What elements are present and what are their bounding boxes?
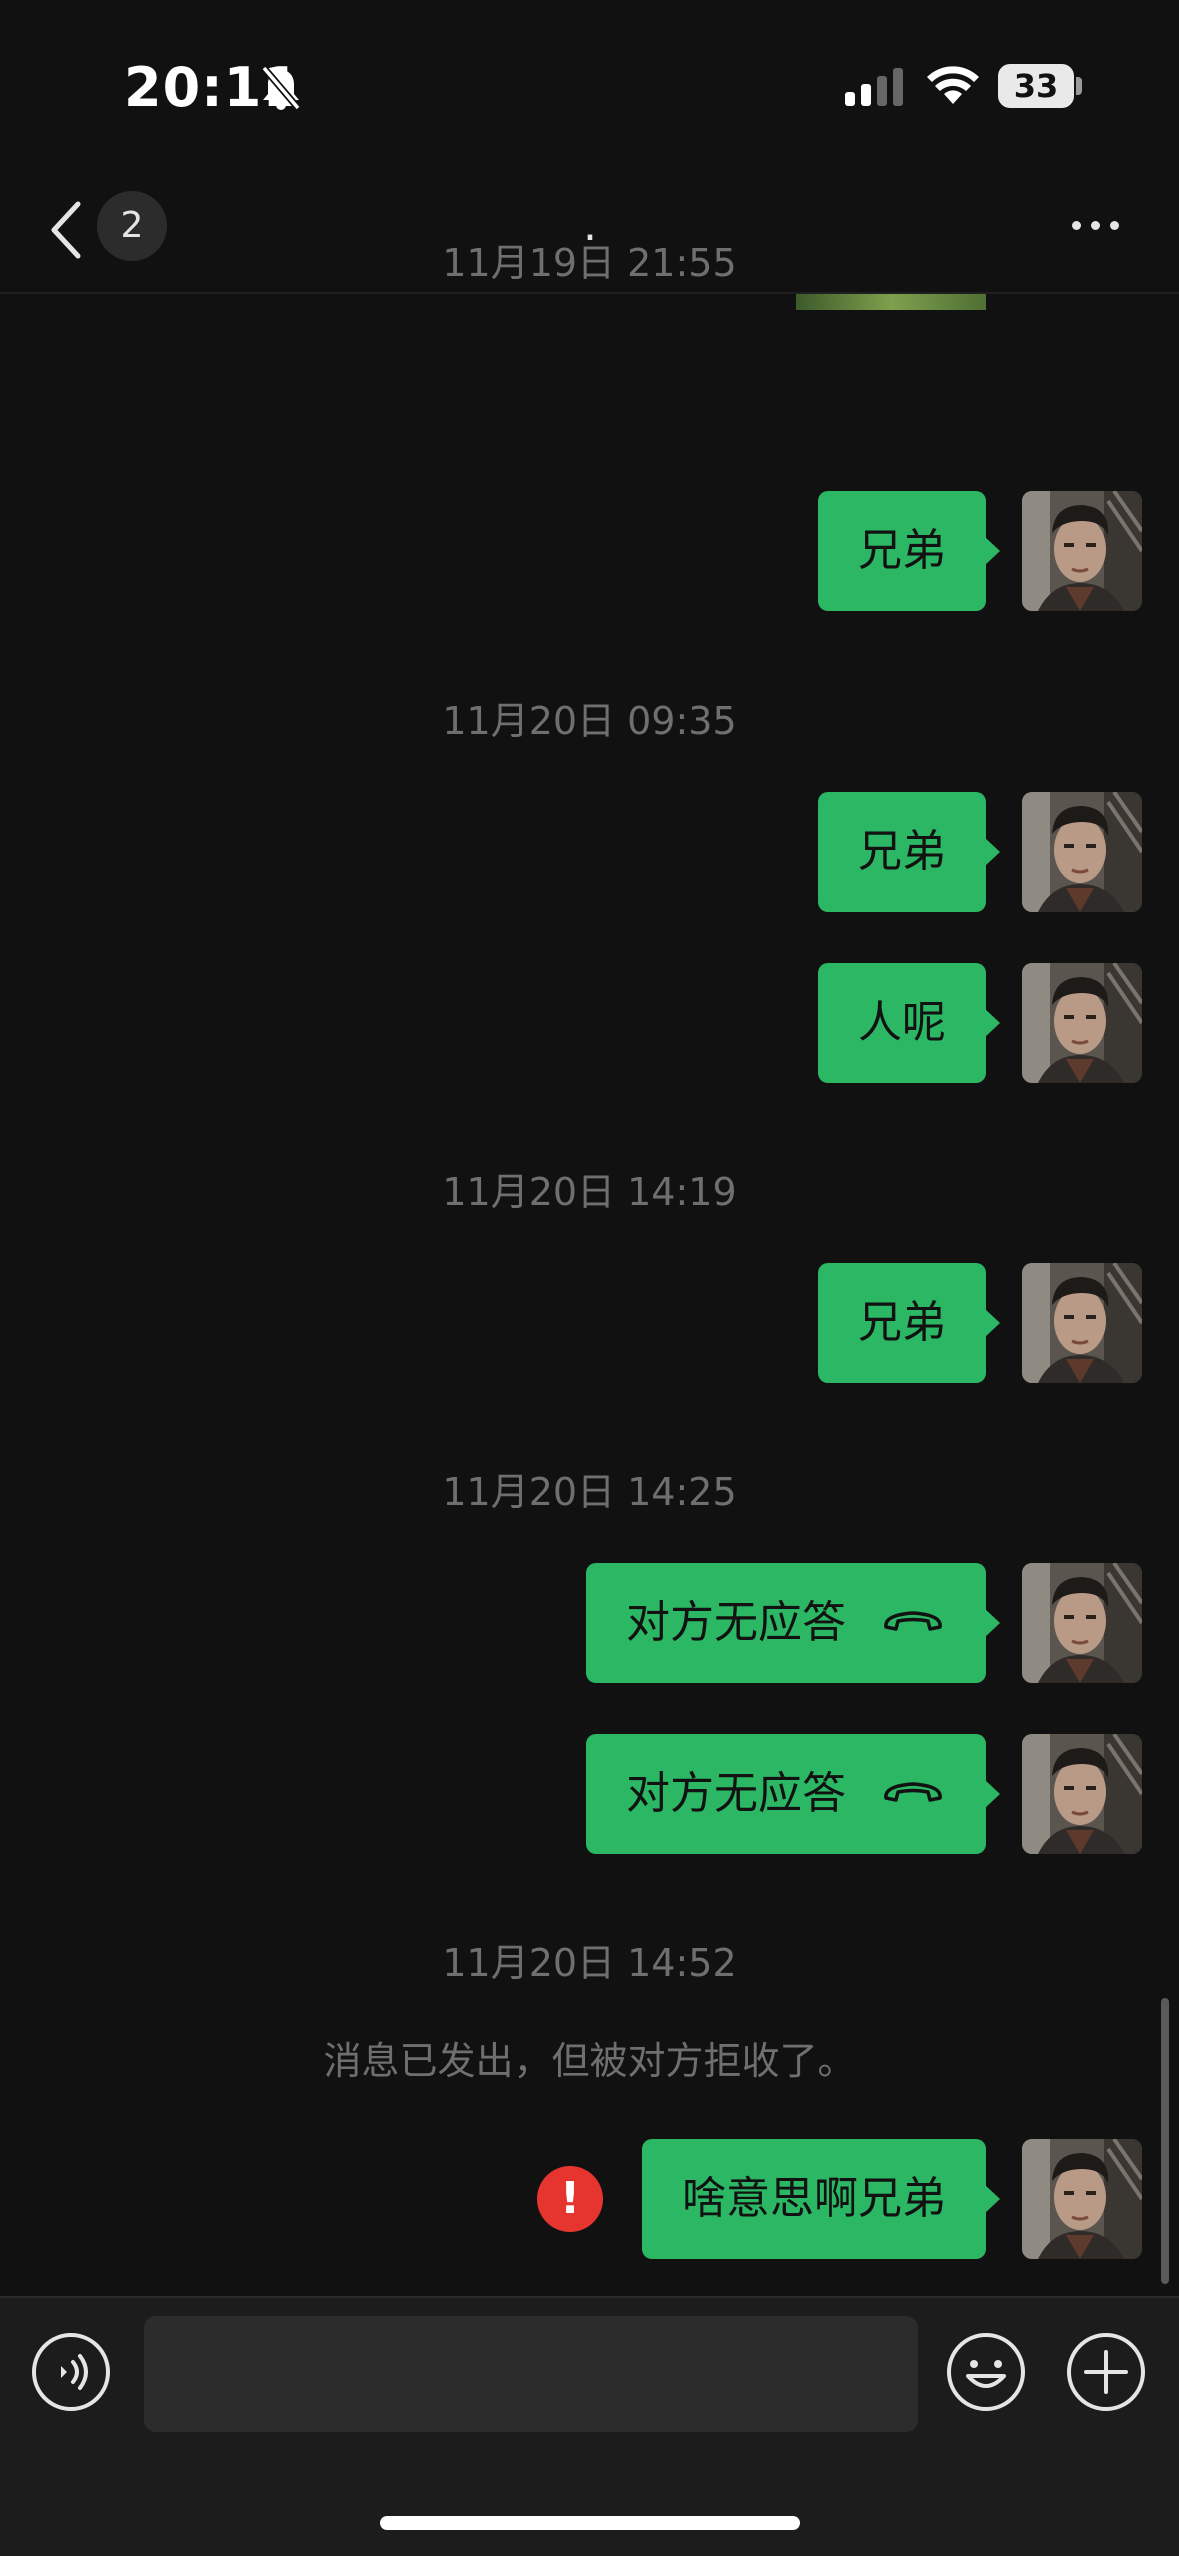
phone-hangup-icon bbox=[880, 1561, 946, 1681]
message-input[interactable] bbox=[144, 2316, 918, 2432]
voice-input-button[interactable] bbox=[31, 2332, 111, 2412]
wifi-icon bbox=[925, 64, 981, 110]
message-text: 人呢 bbox=[858, 997, 946, 1048]
avatar[interactable] bbox=[1022, 1734, 1142, 1854]
avatar[interactable] bbox=[1022, 491, 1142, 611]
more-dot bbox=[1110, 221, 1119, 230]
message-bubble[interactable]: 兄弟 bbox=[818, 792, 1000, 912]
battery-level: 33 bbox=[1013, 67, 1059, 105]
timestamp-label: 11月19日 21:55 bbox=[442, 241, 737, 285]
timestamp-label: 11月20日 14:25 bbox=[442, 1470, 737, 1514]
timestamp-label: 11月20日 14:19 bbox=[442, 1170, 737, 1214]
timestamp-label: 11月20日 09:35 bbox=[442, 699, 737, 743]
message-text: 对方无应答 bbox=[626, 1597, 846, 1648]
message-bubble[interactable]: 人呢 bbox=[818, 963, 1000, 1083]
emoji-button[interactable] bbox=[946, 2332, 1026, 2412]
more-dot bbox=[1072, 221, 1081, 230]
plus-icon bbox=[1067, 2333, 1145, 2411]
message-text: 兄弟 bbox=[858, 1297, 946, 1348]
emoji-icon bbox=[947, 2333, 1025, 2411]
more-dot bbox=[1091, 221, 1100, 230]
message-text: 啥意思啊兄弟 bbox=[682, 2173, 946, 2224]
scrollbar[interactable] bbox=[1161, 1998, 1169, 2284]
nav-divider bbox=[0, 292, 1179, 294]
call-record-bubble[interactable]: 对方无应答 bbox=[586, 1561, 1000, 1683]
message-text: 兄弟 bbox=[858, 525, 946, 576]
avatar[interactable] bbox=[1022, 963, 1142, 1083]
message-text: 兄弟 bbox=[858, 826, 946, 877]
image-message-partial[interactable] bbox=[796, 294, 986, 310]
home-indicator[interactable] bbox=[380, 2516, 800, 2530]
message-bubble[interactable]: 啥意思啊兄弟 bbox=[642, 2139, 1000, 2259]
rejected-notice: 消息已发出，但被对方拒收了。 bbox=[323, 2039, 856, 2083]
message-text: 对方无应答 bbox=[626, 1768, 846, 1819]
input-bar-divider bbox=[0, 2296, 1179, 2298]
avatar[interactable] bbox=[1022, 1263, 1142, 1383]
message-bubble[interactable]: 兄弟 bbox=[818, 1263, 1000, 1383]
voice-icon bbox=[32, 2333, 110, 2411]
avatar[interactable] bbox=[1022, 1563, 1142, 1683]
send-failed-icon[interactable]: ! bbox=[537, 2166, 603, 2232]
battery-nub bbox=[1076, 77, 1082, 95]
message-bubble[interactable]: 兄弟 bbox=[818, 491, 1000, 611]
timestamp-label: 11月20日 14:52 bbox=[442, 1941, 737, 1985]
cellular-signal-icon bbox=[845, 68, 909, 114]
more-functions-button[interactable] bbox=[1066, 2332, 1146, 2412]
avatar[interactable] bbox=[1022, 792, 1142, 912]
battery-indicator: 33 bbox=[998, 64, 1074, 108]
phone-hangup-icon bbox=[880, 1732, 946, 1852]
bell-muted-icon bbox=[258, 64, 304, 116]
call-record-bubble[interactable]: 对方无应答 bbox=[586, 1732, 1000, 1854]
avatar[interactable] bbox=[1022, 2139, 1142, 2259]
